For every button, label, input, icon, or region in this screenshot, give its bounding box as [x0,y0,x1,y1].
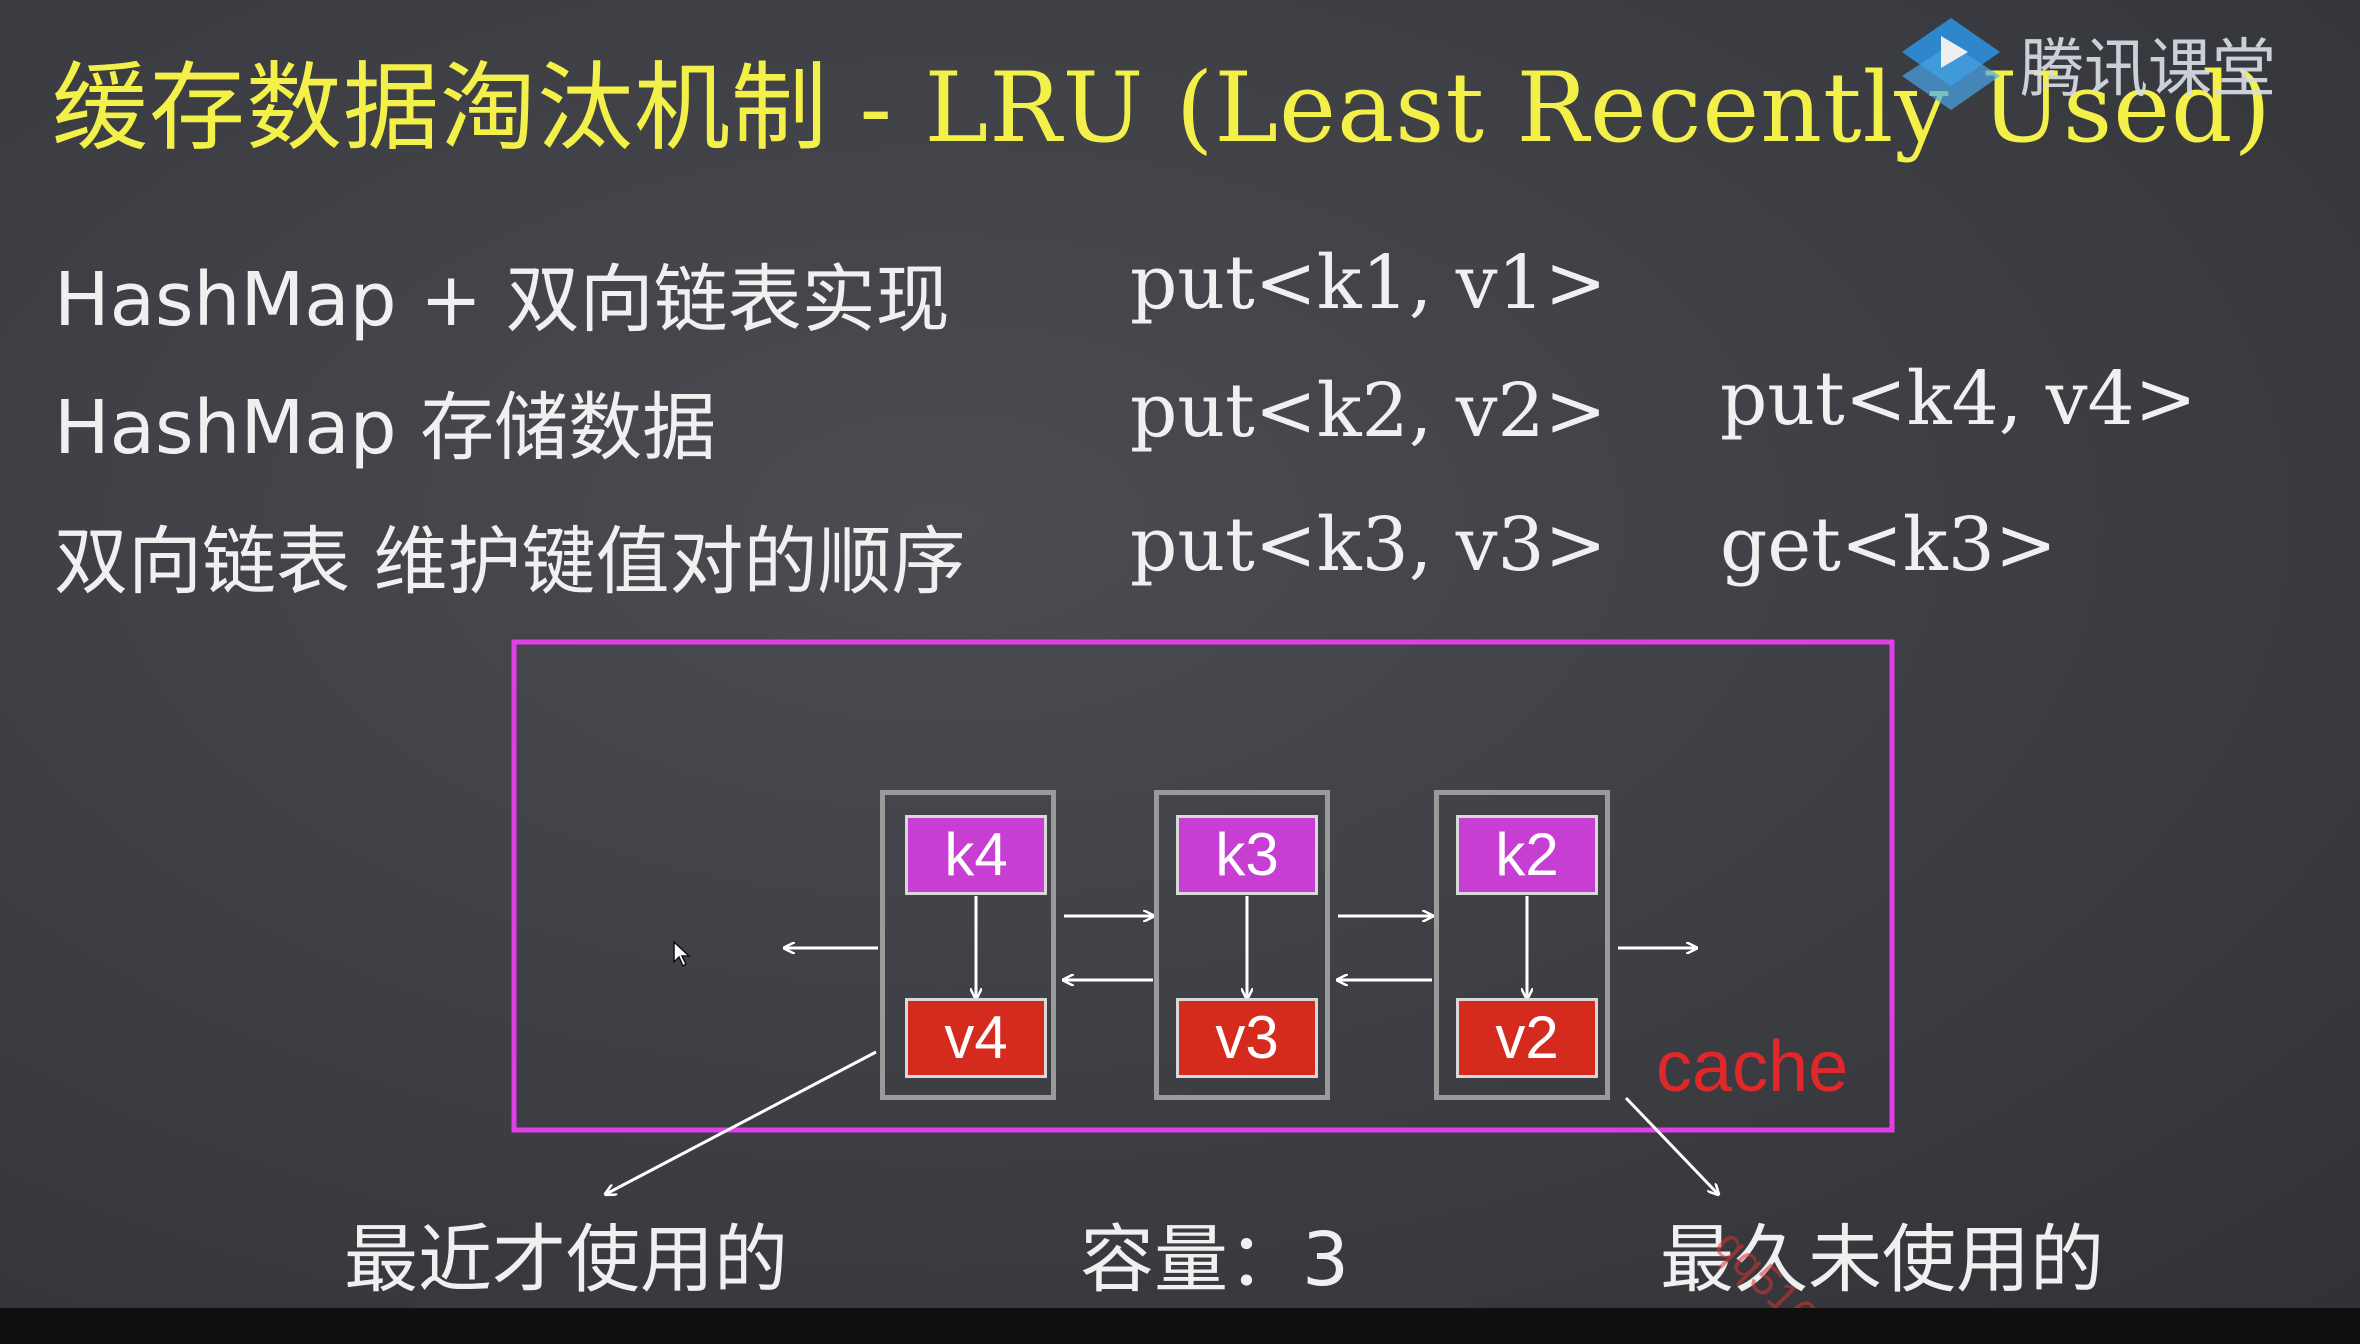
node-key-k4: k4 [905,815,1047,895]
mouse-cursor-icon [673,940,691,968]
label-recently-used: 最近才使用的 [344,1217,788,1303]
pointer-oldest [1624,1096,1718,1194]
slide: 缓存数据淘汰机制 - LRU (Least Recently Used) 腾讯课… [0,0,2360,1308]
label-capacity: 容量：3 [1080,1217,1350,1303]
node-value-v4: v4 [905,998,1047,1078]
pointer-recent [606,1050,877,1194]
cache-label: cache [1656,1027,1849,1107]
node-key-k2: k2 [1456,815,1598,895]
node-value-v2: v2 [1456,998,1598,1078]
diagram-lines [511,639,1895,1308]
node-key-k3: k3 [1176,815,1318,895]
video-bottom-bar [0,1308,2360,1344]
node-value-v3: v3 [1176,998,1318,1078]
